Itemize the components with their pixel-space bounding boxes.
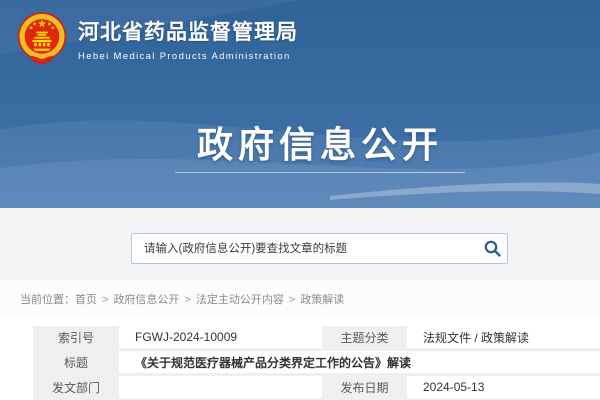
table-row: 标题 《关于规范医疗器械产品分类界定工作的公告》解读 [33, 351, 600, 376]
page-banner: 河北省药品监督管理局 Hebei Medical Products Admini… [0, 0, 600, 208]
issuing-dept-label: 发文部门 [33, 376, 119, 398]
search-icon [484, 240, 501, 257]
breadcrumb-item-home[interactable]: 首页 [75, 294, 97, 306]
breadcrumb-item-policy[interactable]: 政策解读 [300, 294, 344, 306]
breadcrumb-item-disclosure[interactable]: 法定主动公开内容 [196, 294, 284, 306]
topic-category-label: 主题分类 [322, 326, 407, 348]
china-national-emblem-icon [16, 10, 68, 68]
search-box [131, 233, 508, 264]
document-meta-table: 索引号 FGWJ-2024-10009 主题分类 法规文件 / 政策解读 标题 … [33, 318, 600, 400]
search-button[interactable] [477, 234, 507, 263]
search-input[interactable] [132, 234, 477, 263]
table-row: 索引号 FGWJ-2024-10009 主题分类 法规文件 / 政策解读 [33, 326, 600, 351]
index-number-value: FGWJ-2024-10009 [122, 326, 319, 348]
breadcrumb-separator: > [289, 294, 295, 306]
breadcrumb-item-gov-info[interactable]: 政府信息公开 [113, 294, 179, 306]
publish-date-value: 2024-05-13 [410, 376, 600, 398]
index-number-label: 索引号 [33, 326, 119, 348]
breadcrumb-label: 当前位置： [20, 294, 75, 306]
doc-title-value: 《关于规范医疗器械产品分类界定工作的公告》解读 [122, 351, 600, 373]
publish-date-label: 发布日期 [322, 376, 407, 398]
breadcrumb: 当前位置：首页 > 政府信息公开 > 法定主动公开内容 > 政策解读 [0, 280, 600, 318]
breadcrumb-separator: > [102, 294, 108, 306]
table-row: 发文部门 发布日期 2024-05-13 [33, 376, 600, 400]
site-brand: 河北省药品监督管理局 Hebei Medical Products Admini… [16, 10, 298, 68]
page-title: 政府信息公开 [40, 116, 600, 168]
title-underline [175, 172, 465, 173]
org-name-english: Hebei Medical Products Administration [78, 51, 298, 62]
issuing-dept-value [122, 376, 319, 398]
search-section [0, 208, 600, 280]
doc-title-label: 标题 [33, 351, 119, 373]
breadcrumb-separator: > [184, 294, 190, 306]
org-name: 河北省药品监督管理局 [78, 16, 298, 46]
topic-category-value: 法规文件 / 政策解读 [410, 326, 600, 348]
